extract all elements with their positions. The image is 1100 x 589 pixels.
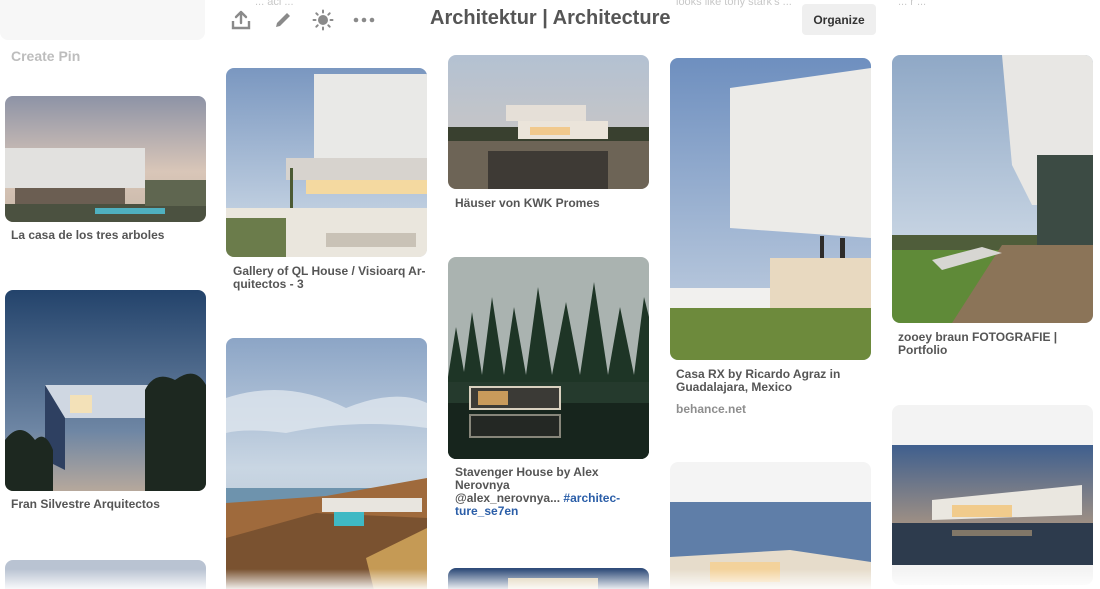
pin-image[interactable] bbox=[448, 55, 649, 189]
pin-image[interactable] bbox=[670, 462, 871, 589]
brightness-icon[interactable] bbox=[311, 8, 335, 32]
pin-image[interactable] bbox=[670, 58, 871, 360]
pin-image[interactable] bbox=[892, 55, 1093, 323]
pin-image[interactable] bbox=[5, 560, 206, 589]
pin-title[interactable]: zooey braun FOTOGRAFIE | Portfolio bbox=[898, 331, 1057, 357]
pin-title-line: Portfolio bbox=[898, 343, 948, 357]
pin-title[interactable]: Häuser von KWK Promes bbox=[455, 197, 600, 210]
hashtag-link[interactable]: #architec- bbox=[563, 491, 620, 505]
ghost-text-middle: looks like tony stark's ... bbox=[676, 0, 792, 8]
organize-button[interactable]: Organize bbox=[802, 4, 876, 35]
pin-image[interactable] bbox=[5, 290, 206, 491]
pin-title-line: quitectos - 3 bbox=[233, 277, 304, 291]
pin-image[interactable] bbox=[226, 68, 427, 257]
pin-title[interactable]: Gallery of QL House / Visioarq Ar- quite… bbox=[233, 265, 426, 291]
pin-title-line: Guadalajara, Mexico bbox=[676, 380, 793, 394]
pin-image[interactable] bbox=[892, 405, 1093, 585]
pin-image[interactable] bbox=[448, 568, 649, 589]
hashtag-link[interactable]: ture_se7en bbox=[455, 505, 620, 518]
pin-image[interactable] bbox=[5, 96, 206, 222]
pin-title[interactable]: La casa de los tres arboles bbox=[11, 229, 164, 242]
ghost-text-right: ... r ... bbox=[898, 0, 927, 8]
create-pin-label[interactable]: Create Pin bbox=[11, 48, 80, 64]
upload-icon[interactable] bbox=[229, 8, 253, 32]
pin-title[interactable]: Fran Silvestre Arquitectos bbox=[11, 498, 160, 511]
ghost-text-left: ... aci ... bbox=[255, 0, 294, 8]
create-pin-card[interactable] bbox=[0, 0, 205, 40]
pin-image[interactable] bbox=[448, 257, 649, 459]
pin-title[interactable]: Casa RX by Ricardo Agraz in Guadalajara,… bbox=[676, 368, 840, 394]
pin-image[interactable] bbox=[226, 338, 427, 589]
board-header: ... aci ... looks like tony stark's ... … bbox=[0, 0, 1100, 40]
pin-source[interactable]: behance.net bbox=[676, 402, 746, 416]
pin-title[interactable]: Stavenger House by Alex Nerovnya @alex_n… bbox=[455, 466, 620, 518]
pin-author: @alex_nerovnya... bbox=[455, 491, 564, 505]
edit-icon[interactable] bbox=[271, 8, 295, 32]
more-icon[interactable] bbox=[352, 8, 376, 32]
board-title: Architektur | Architecture bbox=[430, 7, 671, 29]
